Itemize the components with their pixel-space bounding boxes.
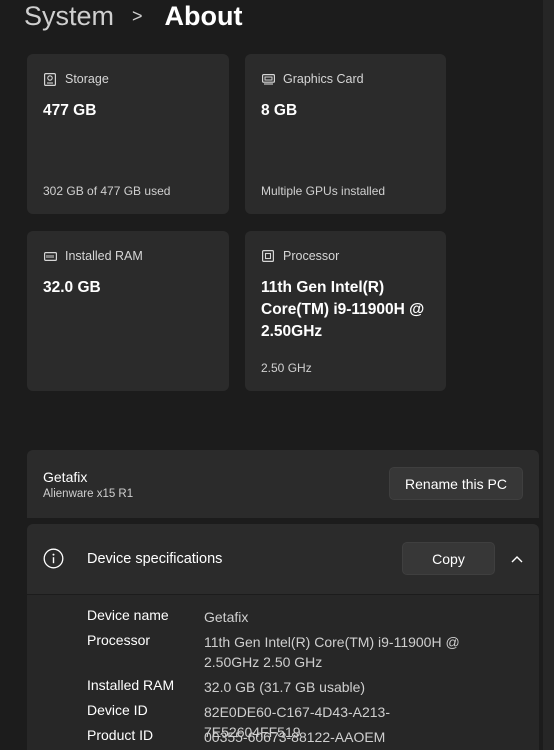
copy-button[interactable]: Copy <box>402 542 495 575</box>
breadcrumb-system-link[interactable]: System <box>24 1 114 31</box>
spec-label: Installed RAM <box>87 677 175 693</box>
rename-pc-button[interactable]: Rename this PC <box>389 467 523 500</box>
spec-label: Product ID <box>87 727 154 743</box>
processor-card-title: Processor <box>283 249 340 263</box>
processor-icon <box>261 249 275 263</box>
ram-card-header: Installed RAM <box>43 249 143 263</box>
graphics-card-icon <box>261 72 275 86</box>
pc-name-panel: Getafix Alienware x15 R1 Rename this PC <box>27 450 539 518</box>
breadcrumb: System > About <box>24 0 243 32</box>
graphics-card-card: Graphics Card 8 GB Multiple GPUs install… <box>245 54 446 214</box>
graphics-card-header: Graphics Card <box>261 72 364 86</box>
storage-card-title: Storage <box>65 72 109 86</box>
ram-icon <box>43 249 57 263</box>
graphics-card-sub: Multiple GPUs installed <box>261 184 386 198</box>
processor-card-sub: 2.50 GHz <box>261 361 312 375</box>
storage-card-header: Storage <box>43 72 109 86</box>
spec-row-product-id: Product ID 00355-60673-88122-AAOEM <box>87 727 474 747</box>
processor-card-value: 11th Gen Intel(R) Core(TM) i9-11900H @ 2… <box>261 279 425 340</box>
storage-icon <box>43 72 57 86</box>
spec-label: Processor <box>87 632 151 648</box>
pc-model: Alienware x15 R1 <box>43 488 134 500</box>
pc-name: Getafix <box>43 469 88 485</box>
device-specifications-title: Device specifications <box>87 551 223 567</box>
spec-value: 00355-60673-88122-AAOEM <box>204 729 386 745</box>
info-icon <box>43 548 64 569</box>
scroll-region <box>543 0 554 750</box>
storage-card: Storage 477 GB 302 GB of 477 GB used <box>27 54 229 214</box>
graphics-card-value: 8 GB <box>261 102 298 119</box>
storage-card-sub: 302 GB of 477 GB used <box>43 184 171 198</box>
spec-value: Getafix <box>204 609 249 625</box>
spec-label: Device name <box>87 607 169 623</box>
spec-row-processor: Processor 11th Gen Intel(R) Core(TM) i9-… <box>87 632 474 672</box>
ram-card-value: 32.0 GB <box>43 279 101 296</box>
processor-card-header: Processor <box>261 249 339 263</box>
ram-card-title: Installed RAM <box>65 249 143 263</box>
storage-card-value: 477 GB <box>43 102 97 119</box>
spec-row-device-name: Device name Getafix <box>87 607 474 627</box>
device-specifications-header[interactable]: Device specifications Copy <box>27 524 539 594</box>
spec-value: 11th Gen Intel(R) Core(TM) i9-11900H @ 2… <box>204 634 460 670</box>
processor-card: Processor 11th Gen Intel(R) Core(TM) i9-… <box>245 231 446 391</box>
breadcrumb-separator: > <box>132 6 143 26</box>
ram-card: Installed RAM 32.0 GB <box>27 231 229 391</box>
chevron-up-icon[interactable] <box>505 548 529 570</box>
graphics-card-title: Graphics Card <box>283 72 364 86</box>
spec-value: 32.0 GB (31.7 GB usable) <box>204 679 366 695</box>
spec-row-installed-ram: Installed RAM 32.0 GB (31.7 GB usable) <box>87 677 474 697</box>
page-title: About <box>164 1 243 31</box>
device-specifications-list: Device name Getafix Processor 11th Gen I… <box>27 595 539 750</box>
